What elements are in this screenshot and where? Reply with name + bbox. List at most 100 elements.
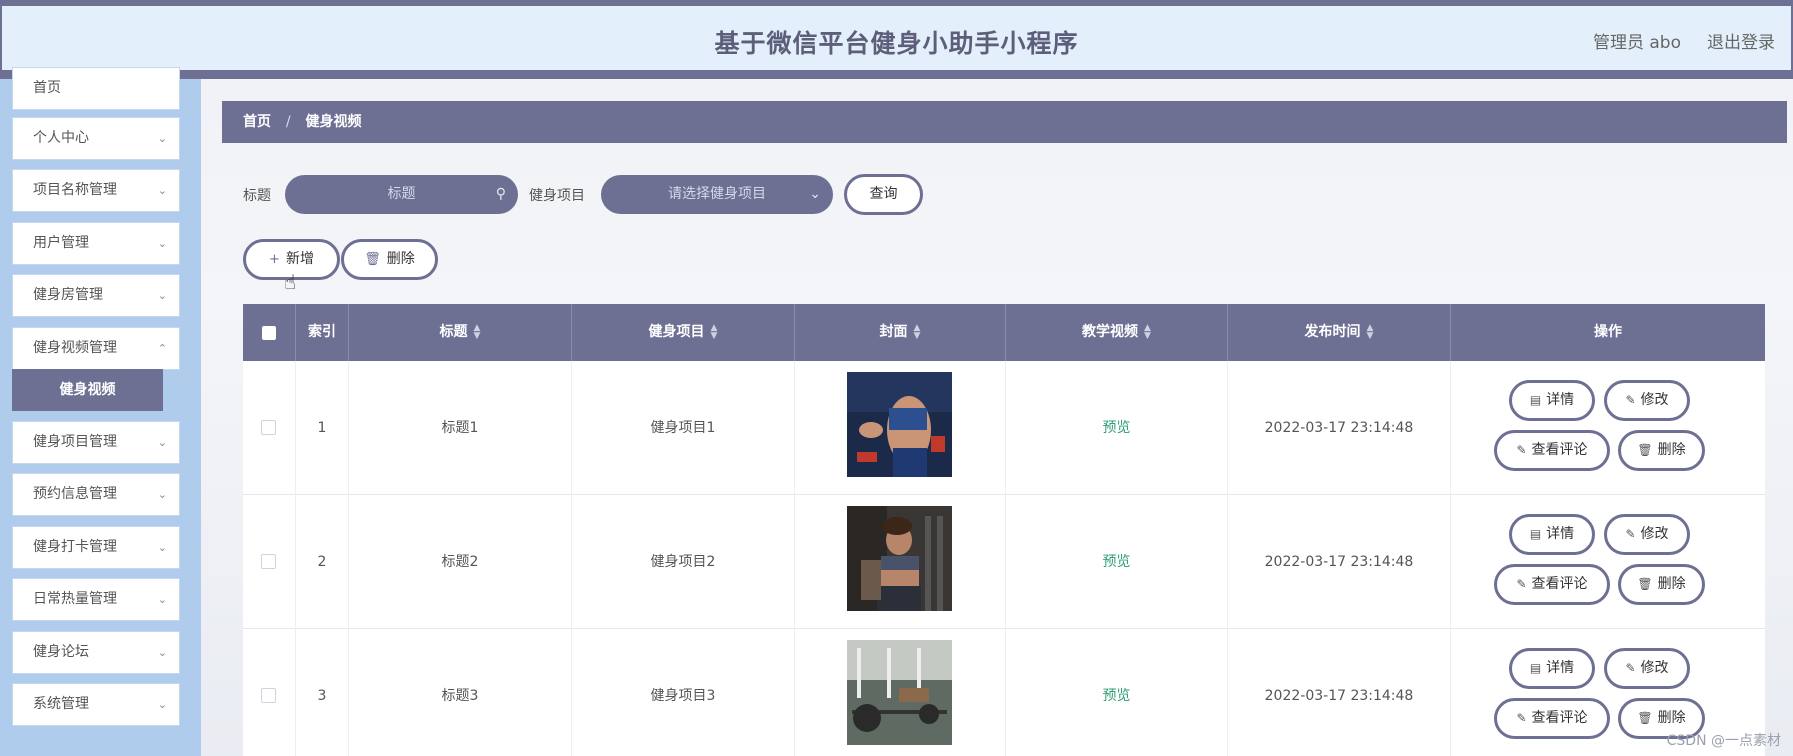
sidebar-item-calories[interactable]: 日常热量管理 ⌄: [12, 578, 180, 621]
time-cell: 2022-03-17 23:14:48: [1228, 629, 1451, 756]
sort-icon[interactable]: ▲ ▼: [474, 324, 481, 341]
column-header-title[interactable]: 标题 ▲ ▼: [349, 304, 572, 361]
video-preview-link[interactable]: 预览: [1103, 554, 1131, 570]
sidebar-item-users[interactable]: 用户管理 ⌄: [12, 222, 180, 265]
detail-label: 详情: [1546, 526, 1575, 542]
column-header-index: 索引: [296, 304, 349, 361]
delete-button[interactable]: 🗑 删除: [1618, 430, 1705, 471]
edit-button[interactable]: ✎ 修改: [1604, 648, 1690, 689]
pencil-icon: ✎: [1625, 661, 1636, 675]
cover-image[interactable]: [847, 506, 952, 611]
sidebar-item-label: 日常热量管理: [33, 591, 117, 607]
chevron-up-icon: ⌃: [157, 342, 167, 355]
chevron-down-icon: ⌄: [809, 186, 821, 202]
detail-button[interactable]: ▤ 详情: [1509, 380, 1595, 421]
actions-cell: ▤ 详情 ✎ 修改 ✎ 查看评论 🗑 删除: [1451, 361, 1765, 495]
sidebar-item-bookings[interactable]: 预约信息管理 ⌄: [12, 473, 180, 516]
pencil-icon: ✎: [1625, 393, 1636, 407]
detail-button[interactable]: ▤ 详情: [1509, 514, 1595, 555]
chevron-down-icon: ⌄: [157, 593, 167, 606]
column-header-project[interactable]: 健身项目 ▲ ▼: [572, 304, 795, 361]
sort-icon[interactable]: ▲ ▼: [914, 324, 921, 341]
chevron-down-icon: ⌄: [157, 289, 167, 302]
document-icon: ▤: [1529, 661, 1542, 675]
logout-link[interactable]: 退出登录: [1707, 28, 1775, 53]
table-header: 索引 标题 ▲ ▼ 健身项目 ▲ ▼ 封面 ▲ ▼ 教学视频 ▲ ▼ 发布时间 ▲ ▼ 操作: [243, 304, 1765, 361]
pencil-icon: ✎: [1625, 527, 1636, 541]
detail-label: 详情: [1546, 660, 1575, 676]
sidebar-item-system[interactable]: 系统管理 ⌄: [12, 683, 180, 726]
select-all-header: [243, 304, 296, 361]
index-cell: 2: [296, 495, 349, 629]
video-preview-link[interactable]: 预览: [1103, 420, 1131, 436]
plus-icon: +: [269, 252, 280, 267]
video-cell: 预览: [1006, 495, 1228, 629]
add-button-label: 新增: [285, 251, 314, 267]
title-cell: 标题2: [349, 495, 572, 629]
cover-image[interactable]: [847, 640, 952, 745]
sort-icon[interactable]: ▲ ▼: [711, 324, 718, 341]
sidebar-item-videos[interactable]: 健身视频管理 ⌃: [12, 327, 180, 370]
column-title: 索引: [308, 324, 336, 340]
column-title: 标题: [439, 324, 468, 340]
sidebar-item-home[interactable]: 首页: [12, 67, 180, 110]
cover-cell: [795, 361, 1006, 495]
search-icon: ⚲: [495, 186, 506, 202]
batch-delete-button[interactable]: 🗑 删除: [341, 239, 438, 280]
view-comments-label: 查看评论: [1531, 710, 1588, 726]
table-row: 2 标题2 健身项目2 预览 2022-03-17 23:14:48 ▤ 详情 …: [243, 495, 1765, 629]
sidebar-item-label: 首页: [33, 80, 61, 96]
app-title: 基于微信平台健身小助手小程序: [714, 29, 1079, 58]
chevron-down-icon: ⌄: [157, 488, 167, 501]
title-filter-label: 标题: [243, 188, 271, 204]
column-header-time[interactable]: 发布时间 ▲ ▼: [1228, 304, 1451, 361]
column-title: 健身项目: [648, 324, 705, 340]
row-checkbox[interactable]: [261, 554, 276, 569]
delete-label: 删除: [1657, 442, 1686, 458]
detail-button[interactable]: ▤ 详情: [1509, 648, 1595, 689]
row-checkbox[interactable]: [261, 688, 276, 703]
delete-label: 删除: [1657, 710, 1686, 726]
edit-label: 修改: [1640, 392, 1669, 408]
edit-button[interactable]: ✎ 修改: [1604, 514, 1690, 555]
row-checkbox[interactable]: [261, 420, 276, 435]
breadcrumb-home[interactable]: 首页: [243, 114, 271, 130]
trash-icon: 🗑: [364, 252, 381, 267]
sort-icon[interactable]: ▲ ▼: [1144, 324, 1151, 341]
view-comments-label: 查看评论: [1531, 442, 1588, 458]
sort-icon[interactable]: ▲ ▼: [1367, 324, 1374, 341]
sidebar-item-label: 健身房管理: [33, 287, 103, 303]
column-header-cover[interactable]: 封面 ▲ ▼: [795, 304, 1006, 361]
title-cell: 标题3: [349, 629, 572, 756]
row-select-cell: [243, 495, 296, 629]
sidebar-item-forum[interactable]: 健身论坛 ⌄: [12, 631, 180, 674]
view-comments-button[interactable]: ✎ 查看评论: [1494, 698, 1610, 739]
delete-button[interactable]: 🗑 删除: [1618, 564, 1705, 605]
sidebar-item-label: 健身论坛: [33, 644, 89, 660]
title-search-input[interactable]: 标题 ⚲: [285, 175, 518, 214]
view-comments-button[interactable]: ✎ 查看评论: [1494, 564, 1610, 605]
sidebar: 首页 个人中心 ⌄ 项目名称管理 ⌄ 用户管理 ⌄ 健身房管理 ⌄ 健身视频管理…: [0, 67, 201, 756]
column-header-video[interactable]: 教学视频 ▲ ▼: [1006, 304, 1228, 361]
current-user: 管理员 abo: [1592, 33, 1681, 53]
select-all-checkbox[interactable]: [262, 326, 276, 340]
project-select-placeholder: 请选择健身项目: [668, 186, 766, 202]
sidebar-item-checkins[interactable]: 健身打卡管理 ⌄: [12, 526, 180, 569]
edit-button[interactable]: ✎ 修改: [1604, 380, 1690, 421]
project-select[interactable]: 请选择健身项目 ⌄: [601, 175, 833, 214]
row-select-cell: [243, 629, 296, 756]
sidebar-item-fitness-projects[interactable]: 健身项目管理 ⌄: [12, 421, 180, 464]
mouse-cursor-icon: ☝: [284, 270, 297, 294]
cover-image[interactable]: [847, 372, 952, 477]
sidebar-item-personal-center[interactable]: 个人中心 ⌄: [12, 117, 180, 160]
view-comments-button[interactable]: ✎ 查看评论: [1494, 430, 1610, 471]
column-title: 操作: [1594, 324, 1622, 340]
sidebar-subitem-videos[interactable]: 健身视频: [12, 369, 163, 411]
query-button[interactable]: 查询: [844, 174, 923, 215]
column-header-actions: 操作: [1451, 304, 1765, 361]
project-cell: 健身项目1: [572, 361, 795, 495]
video-preview-link[interactable]: 预览: [1103, 688, 1131, 704]
project-filter-label: 健身项目: [529, 188, 585, 204]
sidebar-item-project-names[interactable]: 项目名称管理 ⌄: [12, 169, 180, 212]
sidebar-item-gyms[interactable]: 健身房管理 ⌄: [12, 274, 180, 317]
